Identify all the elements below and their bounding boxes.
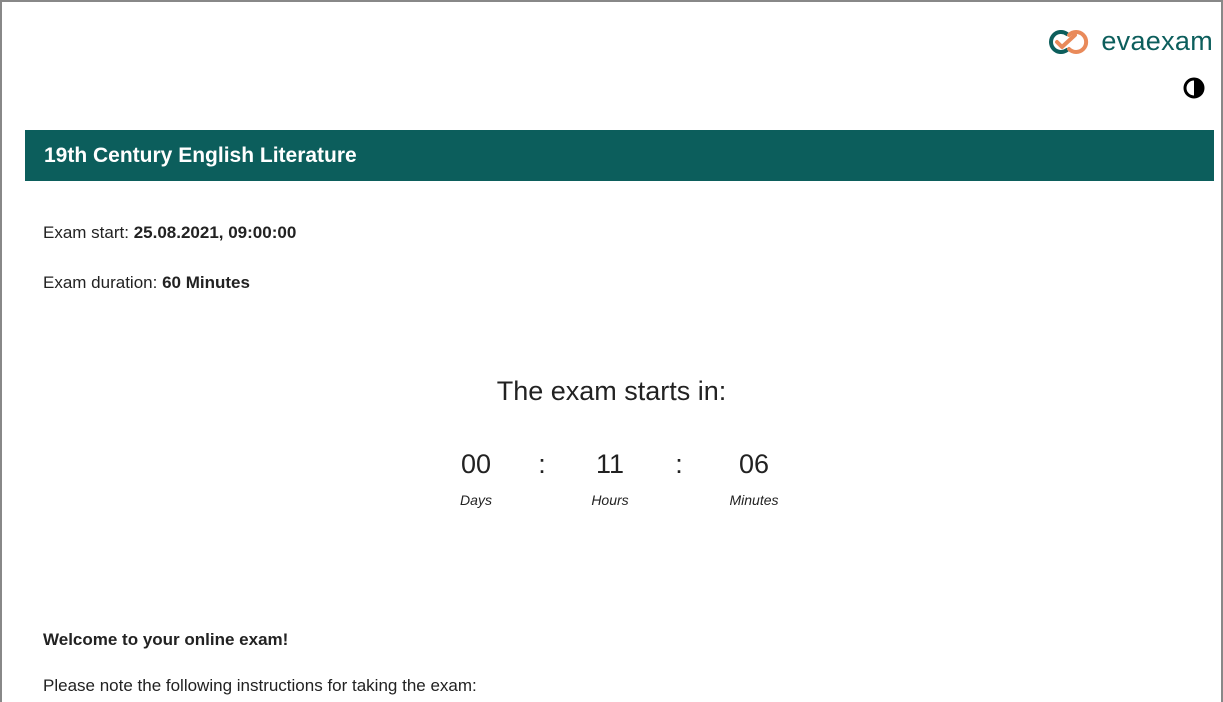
contrast-toggle-button[interactable]: [1183, 77, 1205, 99]
instructions-intro: Please note the following instructions f…: [43, 676, 477, 695]
countdown-hours-value: 11: [595, 449, 625, 479]
exam-start-value: 25.08.2021, 09:00:00: [133, 223, 297, 242]
exam-duration-value: 60 Minutes: [162, 273, 250, 292]
countdown-separator: :: [538, 449, 546, 479]
countdown-days-value: 00: [460, 449, 492, 479]
countdown-minutes-value: 06: [738, 449, 770, 479]
exam-duration-label: Exam duration:: [43, 273, 158, 292]
exam-start-info: Exam start: 25.08.2021, 09:00:00: [43, 223, 296, 243]
countdown-heading: The exam starts in:: [496, 376, 727, 406]
contrast-icon: [1183, 77, 1205, 99]
countdown-days-label: Days: [460, 492, 492, 508]
exam-title: 19th Century English Literature: [44, 143, 357, 167]
brand-name: evaexam: [1101, 26, 1213, 56]
countdown-separator: :: [675, 449, 683, 479]
exam-title-banner: 19th Century English Literature: [25, 130, 1214, 181]
evaexam-logo-icon: [1049, 29, 1089, 54]
welcome-heading: Welcome to your online exam!: [43, 630, 289, 649]
countdown-minutes-label: Minutes: [729, 492, 779, 508]
exam-start-label: Exam start:: [43, 223, 129, 242]
exam-duration-info: Exam duration: 60 Minutes: [43, 273, 250, 293]
countdown-hours-label: Hours: [591, 492, 629, 508]
brand-logo: evaexam: [1045, 26, 1213, 57]
window-frame: [0, 0, 1223, 702]
